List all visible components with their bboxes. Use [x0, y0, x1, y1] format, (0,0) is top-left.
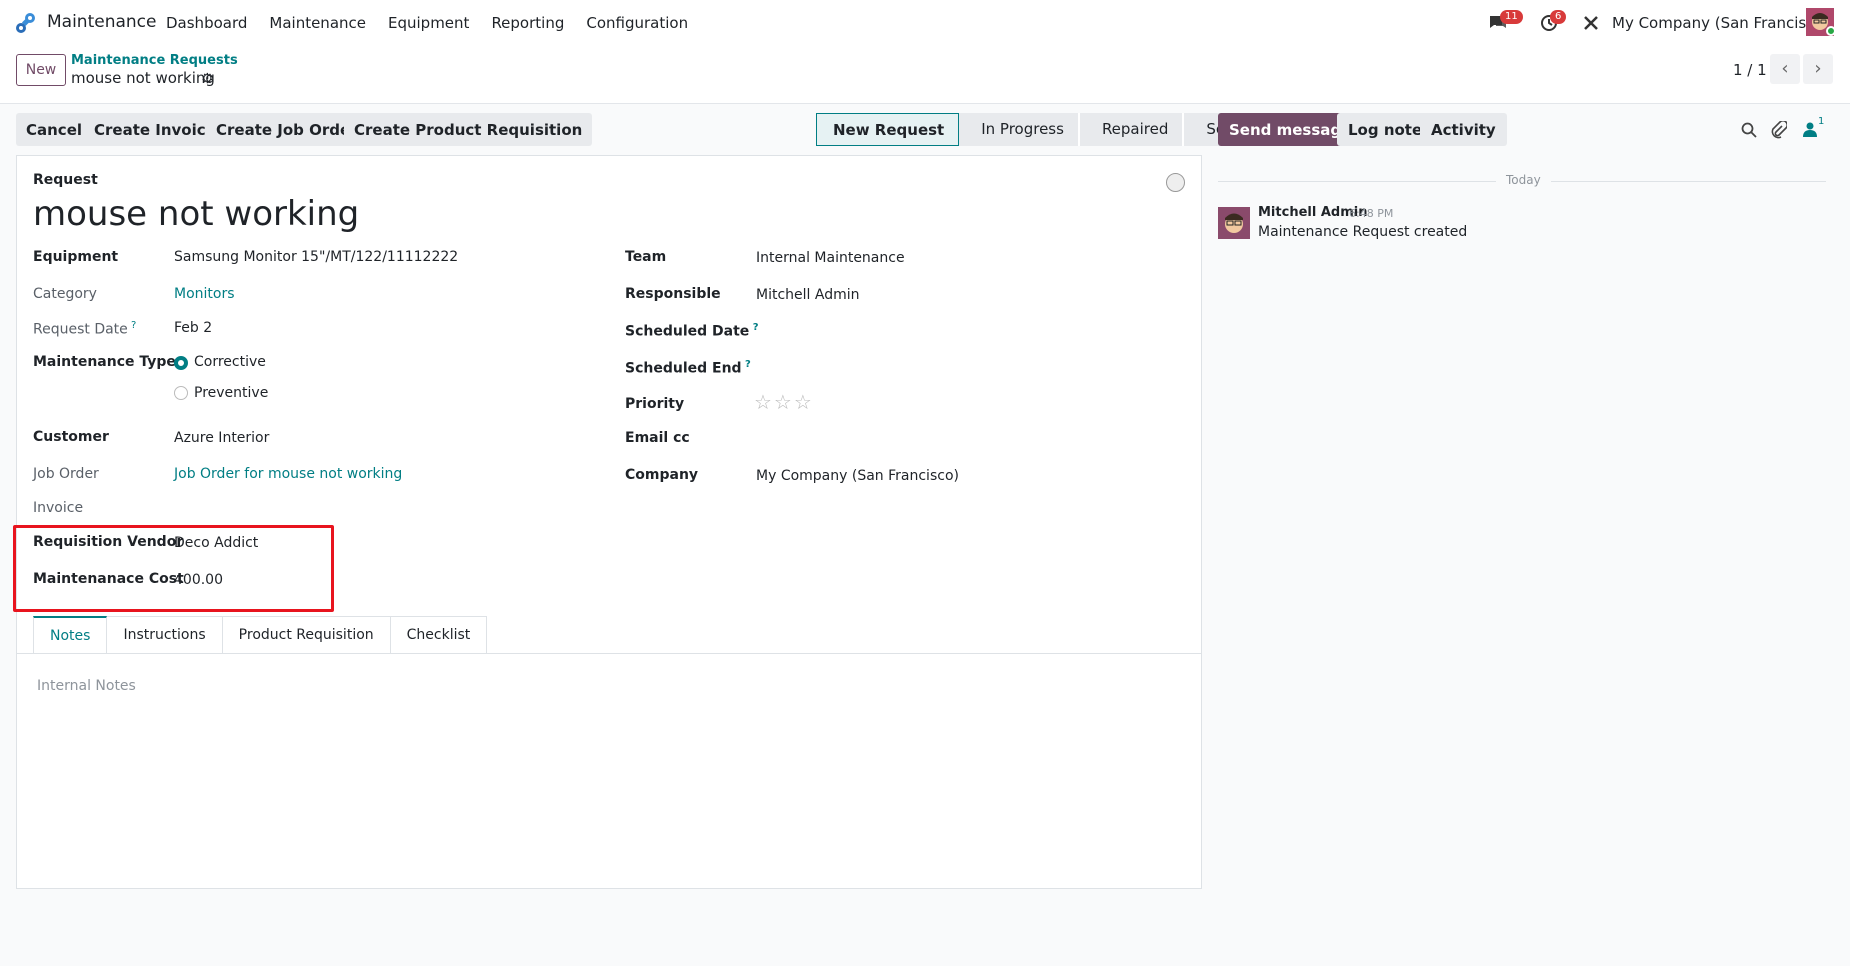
company-label: Company [625, 467, 699, 483]
help-icon[interactable]: ? [128, 320, 136, 331]
cancel-button[interactable]: Cancel [16, 113, 93, 146]
activity-button[interactable]: Activity [1420, 113, 1507, 146]
scheduled-end-label: Scheduled End ? [625, 359, 751, 377]
form-sheet: Request mouse not working Equipment Sams… [16, 155, 1202, 889]
create-product-requisition-button[interactable]: Create Product Requisition [344, 113, 593, 146]
tab-instructions[interactable]: Instructions [107, 616, 223, 654]
stage-repaired[interactable]: Repaired [1077, 113, 1183, 146]
help-icon[interactable]: ? [749, 322, 759, 333]
create-invoice-button[interactable]: Create Invoice [84, 113, 226, 146]
tab-checklist[interactable]: Checklist [390, 616, 488, 654]
tab-divider [17, 653, 1201, 654]
responsible-label: Responsible [625, 286, 721, 302]
gear-icon[interactable]: ⚙ [201, 71, 214, 87]
scheduled-date-label: Scheduled Date ? [625, 322, 759, 340]
tab-product-requisition[interactable]: Product Requisition [222, 616, 391, 654]
priority-label: Priority [625, 396, 685, 412]
stage-new-request[interactable]: New Request [816, 113, 960, 146]
message-body: Maintenance Request created [1258, 224, 1468, 240]
category-value[interactable]: Monitors [174, 286, 235, 302]
pager-value[interactable]: 1 / 1 [1733, 61, 1767, 79]
message-time: 6:48 PM [1349, 207, 1394, 220]
kanban-state-circle[interactable] [1166, 173, 1185, 192]
top-navbar: Maintenance Dashboard Maintenance Equipm… [0, 0, 1850, 46]
form-action-bar: Cancel Create Invoice Create Job Order C… [0, 104, 1850, 154]
preventive-label[interactable]: Preventive [194, 385, 268, 401]
company-switcher[interactable]: My Company (San Francisco) [1612, 14, 1829, 32]
search-icon[interactable] [1741, 122, 1757, 138]
tab-notes[interactable]: Notes [33, 616, 108, 654]
app-logo-icon[interactable] [14, 11, 38, 35]
responsible-value[interactable]: Mitchell Admin [756, 287, 860, 303]
request-date-value[interactable]: Feb 2 [174, 320, 212, 336]
equipment-label: Equipment [33, 249, 119, 265]
priority-stars[interactable]: ☆☆☆ [754, 390, 814, 414]
menu-item-configuration[interactable]: Configuration [586, 14, 688, 32]
job-order-value[interactable]: Job Order for mouse not working [174, 466, 402, 482]
pager-previous-icon[interactable]: ‹ [1770, 54, 1800, 84]
menu-item-equipment[interactable]: Equipment [388, 14, 469, 32]
email-cc-label: Email cc [625, 430, 690, 446]
main-menu: Dashboard Maintenance Equipment Reportin… [166, 14, 710, 32]
control-panel: New Maintenance Requests mouse not worki… [0, 46, 1850, 104]
breadcrumb-current: mouse not working [71, 69, 215, 87]
request-date-label: Request Date ? [33, 320, 136, 338]
followers-icon[interactable] [1803, 122, 1817, 137]
status-bar: New Request In Progress Repaired Scrap [816, 113, 1264, 146]
radio-preventive[interactable] [174, 386, 188, 400]
scheduled-end-label-text: Scheduled End [625, 360, 742, 377]
new-button[interactable]: New [16, 54, 66, 86]
invoice-label: Invoice [33, 500, 84, 516]
date-separator: Today [1496, 173, 1551, 187]
company-value[interactable]: My Company (San Francisco) [756, 468, 959, 484]
category-label: Category [33, 286, 97, 302]
paperclip-icon[interactable] [1771, 121, 1787, 139]
breadcrumb-parent[interactable]: Maintenance Requests [71, 53, 238, 68]
menu-item-reporting[interactable]: Reporting [491, 14, 564, 32]
help-icon[interactable]: ? [742, 359, 751, 370]
stage-in-progress[interactable]: In Progress [959, 113, 1078, 146]
corrective-label[interactable]: Corrective [194, 354, 266, 370]
online-status-dot [1826, 26, 1836, 36]
menu-item-maintenance[interactable]: Maintenance [269, 14, 366, 32]
customer-value[interactable]: Azure Interior [174, 430, 269, 446]
message-author-avatar[interactable] [1218, 207, 1250, 239]
request-label: Request [33, 172, 98, 188]
customer-label: Customer [33, 429, 109, 445]
team-label: Team [625, 249, 667, 265]
highlight-box [13, 525, 334, 612]
maintenance-type-label: Maintenance Type [33, 354, 176, 370]
followers-count: 1 [1818, 116, 1825, 127]
team-value[interactable]: Internal Maintenance [756, 250, 905, 266]
app-name[interactable]: Maintenance [47, 12, 156, 32]
equipment-value[interactable]: Samsung Monitor 15"/MT/122/11112222 [174, 249, 458, 265]
scheduled-date-label-text: Scheduled Date [625, 323, 750, 340]
menu-item-dashboard[interactable]: Dashboard [166, 14, 247, 32]
job-order-label: Job Order [33, 466, 99, 482]
internal-notes-field[interactable]: Internal Notes [37, 678, 136, 694]
pager-next-icon[interactable]: › [1803, 54, 1833, 84]
messages-badge: 11 [1500, 10, 1523, 24]
request-title[interactable]: mouse not working [33, 194, 359, 234]
activities-badge: 6 [1550, 10, 1567, 24]
radio-corrective[interactable] [174, 356, 188, 370]
tools-icon[interactable] [1582, 14, 1600, 32]
log-note-button[interactable]: Log note [1337, 113, 1434, 146]
request-date-label-text: Request Date [33, 321, 128, 338]
notebook-tabs: Notes Instructions Product Requisition C… [33, 616, 488, 654]
